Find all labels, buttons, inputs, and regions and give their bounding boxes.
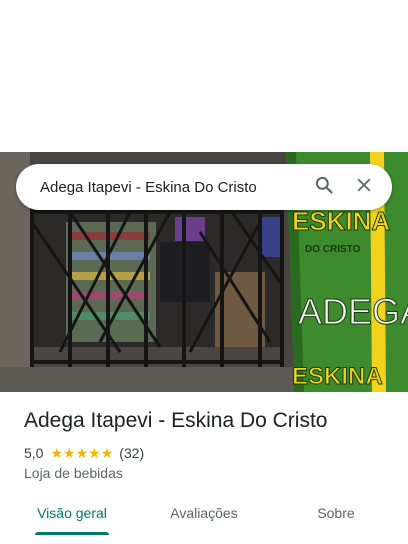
search-icon: [314, 175, 334, 200]
active-tab-indicator: [35, 532, 109, 535]
search-bar[interactable]: Adega Itapevi - Eskina Do Cristo: [16, 164, 392, 210]
place-tabs: Visão geral Avaliações Sobre: [0, 496, 408, 544]
star-icon: ★: [63, 445, 76, 461]
search-input[interactable]: Adega Itapevi - Eskina Do Cristo: [16, 179, 304, 196]
tab-reviews[interactable]: Avaliações: [158, 496, 250, 532]
review-count[interactable]: (32): [119, 445, 144, 461]
star-icon: ★: [88, 445, 101, 461]
clear-search-button[interactable]: [344, 167, 384, 207]
rating-row[interactable]: 5,0 ★ ★ ★ ★ ★ (32): [24, 445, 144, 461]
rating-value: 5,0: [24, 445, 44, 461]
place-title: Adega Itapevi - Eskina Do Cristo: [24, 409, 328, 432]
place-category[interactable]: Loja de bebidas: [24, 465, 123, 481]
rating-stars: ★ ★ ★ ★ ★: [50, 446, 113, 460]
tab-overview[interactable]: Visão geral: [28, 496, 116, 532]
star-icon: ★: [75, 445, 89, 461]
close-icon: [355, 176, 373, 199]
star-icon: ★: [100, 445, 114, 461]
sign-text-top: ESKINA: [292, 206, 390, 236]
sign-text-bottom: ESKINA: [292, 363, 383, 390]
search-button[interactable]: [304, 167, 344, 207]
map-empty-area: [0, 0, 408, 152]
tab-about[interactable]: Sobre: [304, 496, 368, 532]
sign-text-main: ADEGA: [298, 291, 408, 332]
sign-text-sub: DO CRISTO: [305, 244, 361, 255]
star-icon: ★: [50, 445, 64, 461]
